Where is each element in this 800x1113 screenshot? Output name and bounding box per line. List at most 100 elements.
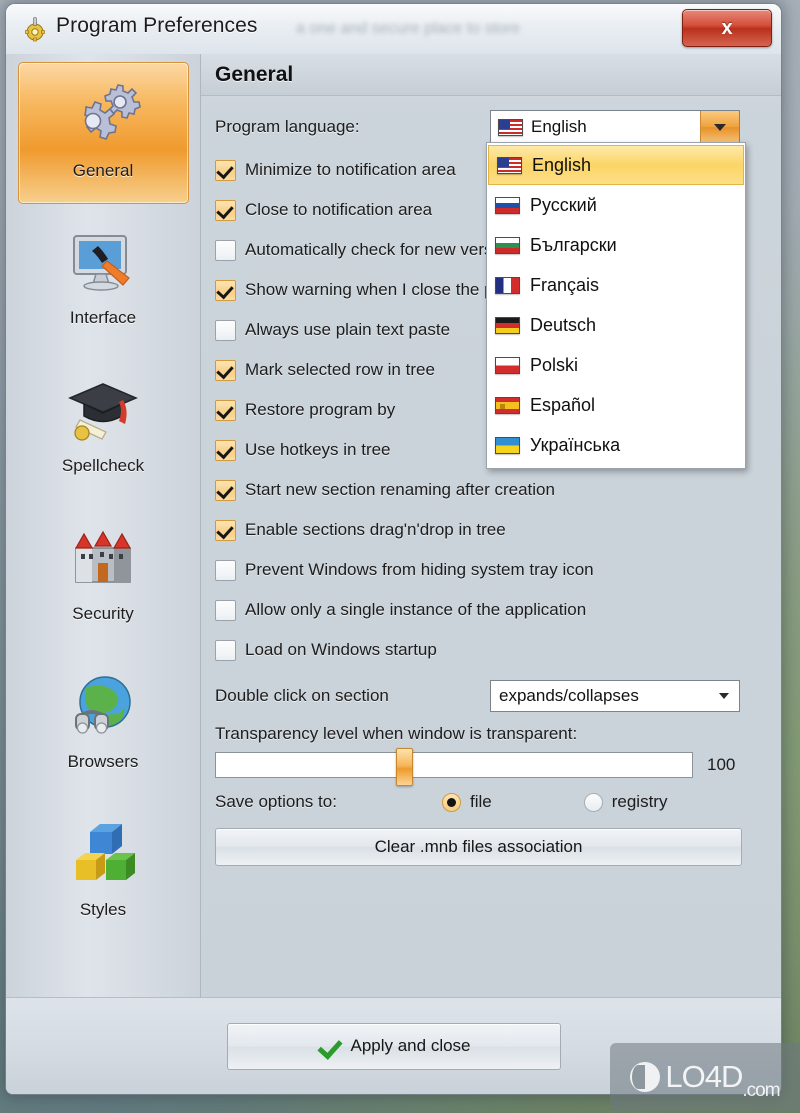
slider-thumb[interactable] <box>396 748 413 786</box>
double-click-label: Double click on section <box>215 686 389 705</box>
checkbox-unchecked[interactable] <box>215 239 236 261</box>
checkbox-row[interactable]: Start new section renaming after creatio… <box>215 470 781 510</box>
gears-icon <box>62 75 144 157</box>
transparency-value: 100 <box>707 755 736 774</box>
checkbox-row[interactable]: Allow only a single instance of the appl… <box>215 590 781 630</box>
language-option[interactable]: Русский <box>487 185 745 225</box>
language-option-label: Español <box>530 394 596 415</box>
language-option[interactable]: Українська <box>487 425 745 465</box>
clear-file-association-button[interactable]: Clear .mnb files association <box>215 828 742 866</box>
flag-icon-us <box>497 156 522 174</box>
language-option[interactable]: Polski <box>487 345 745 385</box>
flag-icon-bg <box>495 236 520 254</box>
sidebar-item-spellcheck[interactable]: Spellcheck <box>18 358 189 500</box>
language-option[interactable]: Deutsch <box>487 305 745 345</box>
apply-and-close-button[interactable]: Apply and close <box>226 1022 561 1070</box>
clear-button-label: Clear .mnb files association <box>374 837 583 856</box>
title-ghost-text: a one and secure place to store <box>296 20 521 37</box>
double-click-selected-value: expands/collapses <box>499 686 639 705</box>
preferences-window: Program Preferences a one and secure pla… <box>6 4 781 1094</box>
checkbox-checked[interactable] <box>215 399 236 421</box>
checkbox-row[interactable]: Prevent Windows from hiding system tray … <box>215 550 781 590</box>
watermark-logo-icon <box>630 1062 661 1092</box>
panel-body: Program language: English Minimize to no… <box>201 96 781 866</box>
checkbox-label: Enable sections drag'n'drop in tree <box>245 520 506 539</box>
checkbox-checked[interactable] <box>215 199 236 221</box>
checkbox-checked[interactable] <box>215 359 236 381</box>
flag-icon-us <box>498 118 523 136</box>
sidebar-item-interface[interactable]: Interface <box>18 210 189 352</box>
language-option-label: English <box>532 154 592 175</box>
flag-icon-pl <box>495 356 520 374</box>
green-check-icon <box>316 1036 340 1056</box>
window-content: General Interface Spellcheck Security Br… <box>6 54 781 1094</box>
language-option[interactable]: Български <box>487 225 745 265</box>
language-dropdown-list[interactable]: English Русский Български Français Deutsch Po… <box>486 142 746 469</box>
checkbox-checked[interactable] <box>215 439 236 461</box>
page-title: General <box>215 62 294 86</box>
checkbox-label: Allow only a single instance of the appl… <box>245 600 587 619</box>
language-option[interactable]: English <box>488 145 744 185</box>
chevron-down-icon <box>714 123 726 131</box>
language-option[interactable]: Español <box>487 385 745 425</box>
sidebar-item-label: Security <box>72 604 134 623</box>
language-combobox[interactable]: English <box>490 110 740 144</box>
checkbox-label: Mark selected row in tree <box>245 360 435 379</box>
graduation-cap-icon <box>62 370 144 452</box>
transparency-label: Transparency level when window is transp… <box>215 724 578 743</box>
castle-icon <box>62 518 144 600</box>
sidebar-item-label: Browsers <box>67 752 139 771</box>
monitor-brush-icon <box>62 222 144 304</box>
language-option-label: Українська <box>530 434 621 455</box>
gear-screwdriver-icon <box>22 16 48 42</box>
checkbox-label: Close to notification area <box>245 200 433 219</box>
sidebar-item-general[interactable]: General <box>17 62 189 204</box>
radio-save-registry[interactable] <box>583 792 603 812</box>
sidebar-item-label: General <box>72 161 134 180</box>
language-option[interactable]: Français <box>487 265 745 305</box>
sidebar-item-styles[interactable]: Styles <box>18 802 189 944</box>
transparency-row: 100 <box>215 748 781 786</box>
save-options-label: Save options to: <box>215 792 337 811</box>
apply-button-label: Apply and close <box>350 1036 471 1055</box>
checkbox-unchecked[interactable] <box>215 599 236 621</box>
close-icon: x <box>721 16 733 39</box>
double-click-row: Double click on section expands/collapse… <box>215 676 781 716</box>
checkbox-unchecked[interactable] <box>215 319 236 341</box>
radio-label-file: file <box>470 792 492 811</box>
radio-label-registry: registry <box>611 792 668 811</box>
chevron-down-icon <box>719 693 729 699</box>
checkbox-unchecked[interactable] <box>215 559 236 581</box>
language-dropdown-button[interactable] <box>700 111 739 143</box>
sidebar-item-label: Spellcheck <box>61 456 145 475</box>
checkbox-label: Always use plain text paste <box>245 320 451 339</box>
sidebar-item-label: Styles <box>79 900 127 919</box>
flag-icon-de <box>495 316 520 334</box>
close-button[interactable]: x <box>682 9 772 47</box>
checkbox-checked[interactable] <box>215 279 236 301</box>
watermark-domain: .com <box>742 1080 780 1101</box>
flag-icon-fr <box>495 276 520 294</box>
checkbox-row[interactable]: Enable sections drag'n'drop in tree <box>215 510 781 550</box>
window-title: Program Preferences <box>56 14 258 37</box>
flag-icon-ua <box>495 436 520 454</box>
blocks-icon <box>62 814 144 896</box>
checkbox-checked[interactable] <box>215 519 236 541</box>
radio-save-file[interactable] <box>442 792 461 812</box>
language-option-label: Polski <box>530 354 579 375</box>
flag-icon-ru <box>495 196 520 214</box>
checkbox-checked[interactable] <box>215 479 236 501</box>
checkbox-label: Minimize to notification area <box>245 160 456 179</box>
checkbox-unchecked[interactable] <box>215 639 236 661</box>
double-click-combobox[interactable]: expands/collapses <box>490 680 740 712</box>
sidebar-item-browsers[interactable]: Browsers <box>18 654 189 796</box>
sidebar-item-security[interactable]: Security <box>18 506 189 648</box>
sidebar-item-label: Interface <box>69 308 137 327</box>
title-bar: Program Preferences a one and secure pla… <box>6 4 781 55</box>
language-option-label: Deutsch <box>530 314 597 335</box>
checkbox-checked[interactable] <box>215 159 236 181</box>
watermark-name: LO4D <box>665 1059 743 1094</box>
language-option-label: Français <box>530 274 600 295</box>
checkbox-row[interactable]: Load on Windows startup <box>215 630 781 670</box>
transparency-slider[interactable] <box>215 748 693 786</box>
